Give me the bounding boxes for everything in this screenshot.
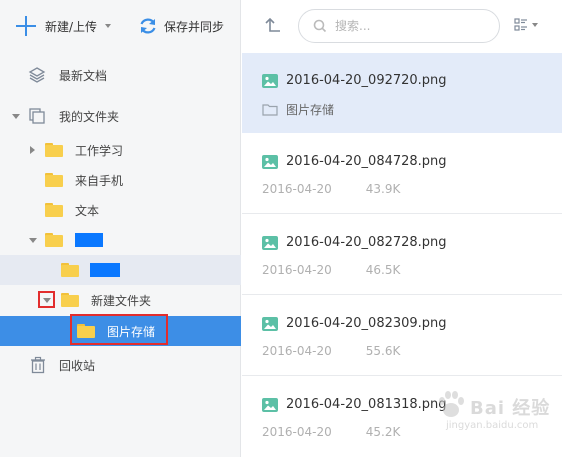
file-date: 2016-04-20 <box>262 182 332 196</box>
save-sync-label: 保存并同步 <box>164 19 225 34</box>
sync-icon <box>140 18 156 34</box>
file-size: 43.9K <box>365 182 401 196</box>
file-list-topbar <box>242 0 562 52</box>
file-name: 2016-04-20_092720.png <box>286 73 447 88</box>
sidebar-item-label: 我的文件夹 <box>59 109 120 124</box>
chevron-down-icon <box>105 24 112 28</box>
highlight-box <box>38 291 55 308</box>
redacted-label <box>90 263 120 277</box>
sidebar-item-label: 最新文档 <box>59 68 108 83</box>
sidebar-item-label: 回收站 <box>59 358 96 373</box>
view-mode-button[interactable] <box>514 18 538 32</box>
up-level-button[interactable] <box>264 16 282 34</box>
file-name: 2016-04-20_082728.png <box>286 235 447 250</box>
folder-label: 工作学习 <box>75 143 124 158</box>
highlight-box <box>70 314 168 345</box>
sidebar-folder-redacted[interactable] <box>0 225 241 255</box>
image-file-icon <box>262 316 278 331</box>
layers-icon <box>28 66 46 87</box>
folder-icon <box>45 233 63 247</box>
expand-arrow-icon[interactable] <box>30 146 35 154</box>
chevron-down-icon <box>532 23 538 27</box>
file-date: 2016-04-20 <box>262 263 332 277</box>
folders-icon <box>28 107 46 128</box>
file-size: 45.2K <box>365 425 401 439</box>
file-size: 55.6K <box>365 344 401 358</box>
file-path: 图片存储 <box>286 103 335 117</box>
file-date: 2016-04-20 <box>262 344 332 358</box>
file-item[interactable]: 2016-04-20_082728.png 2016-04-20 46.5K <box>242 215 562 295</box>
file-date: 2016-04-20 <box>262 425 332 439</box>
sidebar-item-my-folders[interactable]: 我的文件夹 <box>0 101 241 131</box>
save-sync-button[interactable]: 保存并同步 <box>138 13 224 39</box>
new-upload-label: 新建/上传 <box>45 19 98 34</box>
file-list-panel: 2016-04-20_092720.png 图片存储 2016-04-20_08… <box>242 0 562 457</box>
image-file-icon <box>262 397 278 412</box>
redacted-label <box>75 233 103 247</box>
folder-label: 来自手机 <box>75 173 124 188</box>
image-file-icon <box>262 73 278 88</box>
sidebar: 新建/上传 保存并同步 最新文档 我的文件夹 工作学习 来自手机 文本 新建文件… <box>0 0 241 457</box>
sidebar-toolbar: 新建/上传 保存并同步 <box>0 0 241 52</box>
expand-arrow-icon[interactable] <box>29 238 37 243</box>
file-name: 2016-04-20_081318.png <box>286 397 447 412</box>
image-file-icon <box>262 235 278 250</box>
folder-icon <box>45 203 63 217</box>
file-name: 2016-04-20_084728.png <box>286 154 447 169</box>
folder-outline-icon <box>262 104 278 116</box>
up-arrow-icon <box>265 17 280 32</box>
expand-arrow-icon[interactable] <box>12 114 20 119</box>
list-view-icon <box>514 18 527 31</box>
search-input[interactable] <box>335 19 475 33</box>
sidebar-item-trash[interactable]: 回收站 <box>0 350 241 380</box>
new-upload-button[interactable]: 新建/上传 <box>16 13 112 39</box>
search-icon <box>313 19 327 33</box>
sidebar-folder-new[interactable]: 新建文件夹 <box>0 285 241 315</box>
folder-label: 新建文件夹 <box>91 293 152 308</box>
folder-icon <box>45 173 63 187</box>
plus-icon <box>16 16 36 36</box>
file-name: 2016-04-20_082309.png <box>286 316 447 331</box>
folder-icon <box>45 143 63 157</box>
sidebar-item-recent[interactable]: 最新文档 <box>0 60 241 90</box>
folder-label: 文本 <box>75 203 100 218</box>
file-size: 46.5K <box>365 263 401 277</box>
file-item[interactable]: 2016-04-20_092720.png 图片存储 <box>242 53 562 133</box>
image-file-icon <box>262 154 278 169</box>
file-item[interactable]: 2016-04-20_084728.png 2016-04-20 43.9K <box>242 134 562 214</box>
sidebar-folder-work[interactable]: 工作学习 <box>0 135 241 165</box>
sidebar-subfolder-redacted[interactable] <box>0 255 241 285</box>
folder-icon <box>61 293 79 307</box>
sidebar-folder-text[interactable]: 文本 <box>0 195 241 225</box>
file-item[interactable]: 2016-04-20_082309.png 2016-04-20 55.6K <box>242 296 562 376</box>
file-item[interactable]: 2016-04-20_081318.png 2016-04-20 45.2K <box>242 377 562 457</box>
search-box[interactable] <box>298 9 500 43</box>
trash-icon <box>29 356 47 377</box>
sidebar-folder-mobile[interactable]: 来自手机 <box>0 165 241 195</box>
folder-icon <box>61 263 79 277</box>
